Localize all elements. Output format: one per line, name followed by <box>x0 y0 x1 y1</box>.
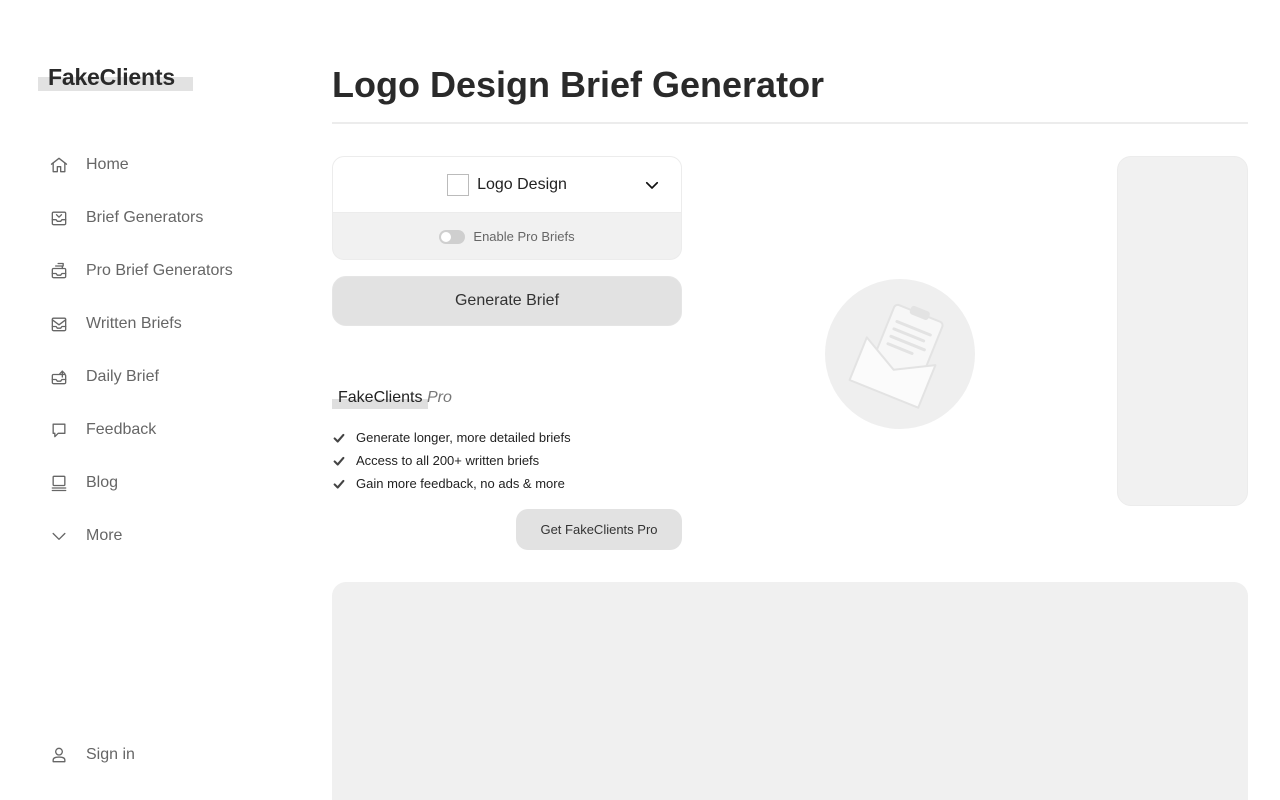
sidebar-item-blog[interactable]: Blog <box>48 456 233 509</box>
pro-features-list: Generate longer, more detailed briefs Ac… <box>332 426 571 495</box>
get-pro-button[interactable]: Get FakeClients Pro <box>516 509 682 550</box>
brand-name: FakeClients <box>48 64 175 90</box>
pro-briefs-toggle-label: Enable Pro Briefs <box>473 229 575 244</box>
pro-suffix: Pro <box>426 389 452 406</box>
sidebar-item-pro-brief-generators[interactable]: Pro Brief Generators <box>48 244 233 297</box>
chevron-down-icon <box>643 176 661 194</box>
sidebar-item-daily-brief[interactable]: Daily Brief <box>48 350 233 403</box>
side-ad-panel <box>1117 156 1248 506</box>
sidebar-item-label: More <box>86 526 123 544</box>
brief-type-selected: Logo Design <box>477 175 567 193</box>
inbox-arrow-icon <box>48 366 70 388</box>
list-item: Access to all 200+ written briefs <box>332 449 571 472</box>
sidebar-item-label: Home <box>86 155 129 173</box>
sidebar-item-label: Feedback <box>86 420 157 438</box>
sidebar-item-label: Written Briefs <box>86 314 182 332</box>
sign-in-link[interactable]: Sign in <box>48 728 135 781</box>
home-icon <box>48 154 70 176</box>
generate-brief-button[interactable]: Generate Brief <box>332 276 682 326</box>
user-icon <box>48 744 70 766</box>
sidebar-item-label: Pro Brief Generators <box>86 261 233 279</box>
chat-bubble-icon <box>48 419 70 441</box>
generator-card: Logo Design Enable Pro Briefs <box>332 156 682 260</box>
pro-brand-name: FakeClients <box>338 389 423 406</box>
page-title: Logo Design Brief Generator <box>332 64 825 105</box>
pro-briefs-toggle-row: Enable Pro Briefs <box>333 213 681 259</box>
sidebar-item-label: Blog <box>86 473 119 491</box>
list-item: Generate longer, more detailed briefs <box>332 426 571 449</box>
sidebar-item-label: Brief Generators <box>86 208 204 226</box>
brief-output-panel <box>332 582 1248 800</box>
sidebar-item-feedback[interactable]: Feedback <box>48 403 233 456</box>
brief-placeholder-illustration <box>825 279 975 429</box>
feature-text: Generate longer, more detailed briefs <box>356 430 571 445</box>
sidebar-item-written-briefs[interactable]: Written Briefs <box>48 297 233 350</box>
envelope-document-icon <box>848 303 944 409</box>
pro-briefs-toggle[interactable] <box>439 229 466 244</box>
sidebar-item-brief-generators[interactable]: Brief Generators <box>48 191 233 244</box>
inbox-icon <box>48 207 70 229</box>
list-item: Gain more feedback, no ads & more <box>332 472 571 495</box>
sidebar: FakeClients Home Brief Generators Pro Br… <box>0 0 300 800</box>
brief-type-icon-placeholder <box>447 173 470 196</box>
sidebar-item-more[interactable]: More <box>48 509 233 562</box>
check-icon <box>332 431 346 445</box>
title-divider <box>332 122 1248 124</box>
sidebar-nav: Home Brief Generators Pro Brief Generato… <box>48 138 233 562</box>
sidebar-item-label: Daily Brief <box>86 367 159 385</box>
brand-logo[interactable]: FakeClients <box>38 64 193 91</box>
check-icon <box>332 477 346 491</box>
sidebar-item-home[interactable]: Home <box>48 138 233 191</box>
sign-in-label: Sign in <box>86 745 135 763</box>
inbox-stack-icon <box>48 260 70 282</box>
brief-type-select[interactable]: Logo Design <box>333 157 681 213</box>
pro-promo-title: FakeClients Pro <box>332 389 452 409</box>
feature-text: Access to all 200+ written briefs <box>356 453 540 468</box>
chevron-down-icon <box>48 525 70 547</box>
mail-icon <box>48 313 70 335</box>
check-icon <box>332 454 346 468</box>
monitor-icon <box>48 472 70 494</box>
feature-text: Gain more feedback, no ads & more <box>356 476 565 491</box>
app-root: FakeClients Home Brief Generators Pro Br… <box>0 0 1280 800</box>
